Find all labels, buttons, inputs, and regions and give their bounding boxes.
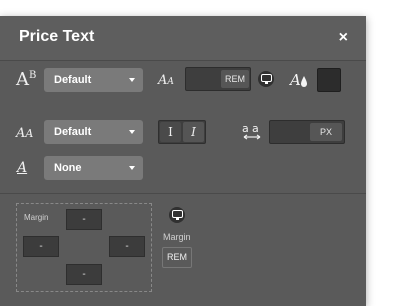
margin-unit-title: Margin — [163, 232, 191, 242]
font-family-value: Default — [54, 74, 92, 86]
monitor-icon — [172, 210, 183, 220]
text-decoration-value: None — [54, 162, 82, 174]
svg-text:a: a — [242, 122, 249, 135]
close-button[interactable]: × — [339, 29, 348, 47]
letter-spacing-icon: a a — [242, 122, 261, 140]
text-decoration-select[interactable]: None — [44, 156, 143, 180]
font-size-icon: AA — [158, 73, 174, 88]
font-style-toggle: I I — [158, 120, 206, 144]
price-text-panel: Price Text × AB Default AA REM A AA Defa… — [0, 16, 366, 306]
margin-top-input[interactable]: - — [66, 209, 102, 230]
chevron-down-icon — [129, 78, 135, 82]
monitor-icon — [261, 74, 272, 84]
chevron-down-icon — [129, 130, 135, 134]
margin-left-input[interactable]: - — [23, 236, 59, 257]
letter-spacing-input[interactable]: PX — [269, 120, 345, 144]
margin-unit-button[interactable]: REM — [162, 247, 192, 268]
section-divider — [0, 193, 366, 194]
panel-title: Price Text — [19, 28, 95, 45]
font-family-select[interactable]: Default — [44, 68, 143, 92]
font-style-italic-button[interactable]: I — [183, 122, 204, 142]
margin-responsive-button[interactable] — [169, 207, 185, 223]
font-size-input[interactable]: REM — [185, 67, 251, 91]
letter-spacing-unit-button[interactable]: PX — [310, 123, 342, 141]
font-family-icon: AB — [16, 69, 37, 90]
text-color-swatch[interactable] — [317, 68, 341, 92]
chevron-down-icon — [129, 166, 135, 170]
color-drop-icon[interactable]: A — [289, 70, 309, 90]
margin-right-input[interactable]: - — [109, 236, 145, 257]
responsive-toggle-button[interactable] — [258, 71, 274, 87]
svg-text:a: a — [252, 122, 259, 135]
text-underline-icon: A — [17, 160, 28, 176]
font-weight-select[interactable]: Default — [44, 120, 143, 144]
margin-label: Margin — [24, 213, 49, 222]
font-weight-icon: AA — [16, 126, 34, 141]
font-style-normal-button[interactable]: I — [160, 122, 181, 142]
margin-bottom-input[interactable]: - — [66, 264, 102, 285]
font-size-unit-button[interactable]: REM — [221, 70, 249, 88]
panel-header: Price Text × — [0, 16, 366, 61]
font-weight-value: Default — [54, 126, 92, 138]
svg-text:A: A — [289, 71, 301, 89]
